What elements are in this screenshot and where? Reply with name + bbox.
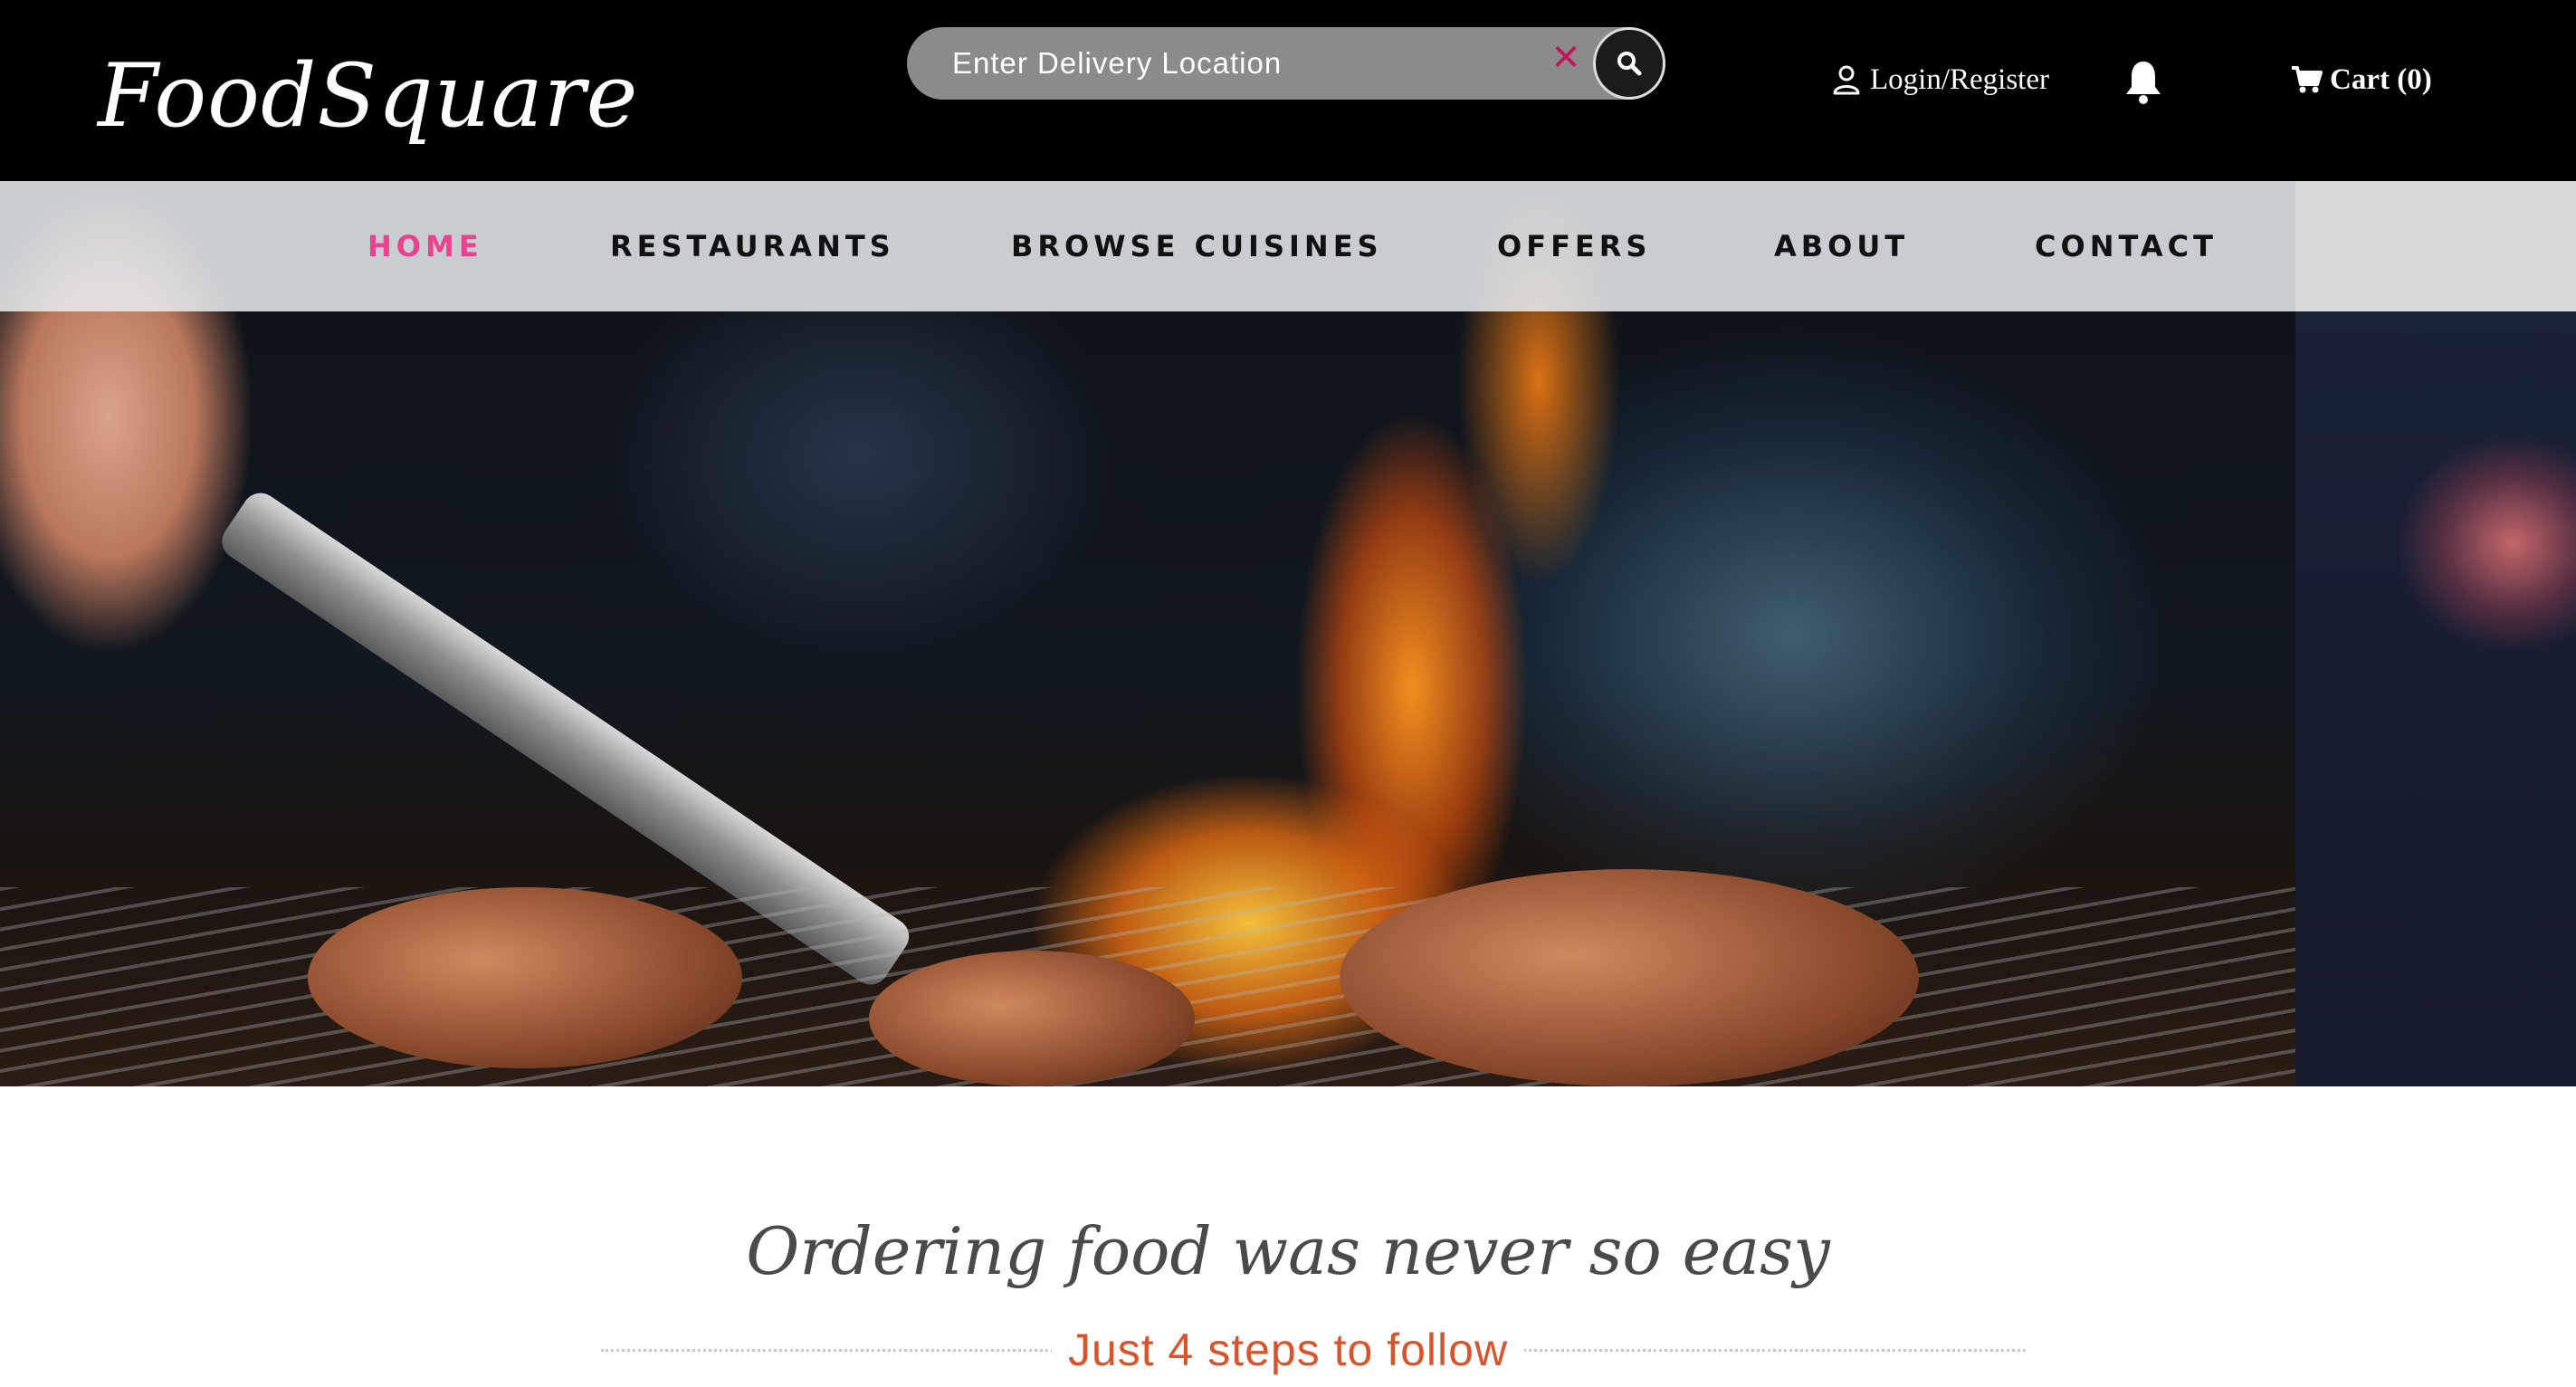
search-button[interactable] [1593,27,1665,100]
nav-browse-cuisines[interactable]: BROWSE CUISINES [1011,181,1383,311]
cart-label: Cart (0) [2330,62,2432,96]
nav-offers[interactable]: OFFERS [1497,181,1651,311]
main-nav-extension [2295,181,2576,311]
nav-restaurants[interactable]: RESTAURANTS [610,181,895,311]
site-logo[interactable]: FoodSquare [98,45,638,147]
section-subheading: Just 4 steps to follow [1051,1324,1525,1376]
subheading-wrapper: Just 4 steps to follow [0,1324,2576,1376]
section-heading: Ordering food was never so easy [746,1213,1830,1289]
hero-banner [0,181,2576,1086]
cart-link[interactable]: Cart (0) [2290,58,2432,101]
hero-grill-image [0,181,2295,1086]
hero-meat-image [869,951,1195,1086]
notification-button[interactable] [2123,58,2163,107]
close-icon[interactable]: ✕ [1548,33,1584,83]
hero-meat-image [1340,869,1919,1086]
site-header: FoodSquare ✕ Login/Register Cart (0) [0,0,2576,181]
hero-meat-image [308,887,742,1068]
nav-about[interactable]: ABOUT [1774,181,1909,311]
bell-icon [2126,62,2161,104]
nav-home[interactable]: HOME [367,181,483,311]
delivery-location-input[interactable] [952,27,1531,100]
cart-icon [2292,66,2323,93]
user-icon [1833,65,1860,95]
login-register-label: Login/Register [1870,62,2049,96]
search-icon [1617,52,1642,76]
login-register-link[interactable]: Login/Register [1832,58,2049,101]
nav-contact[interactable]: CONTACT [2035,181,2218,311]
hero-next-slide-image [2295,181,2576,1086]
